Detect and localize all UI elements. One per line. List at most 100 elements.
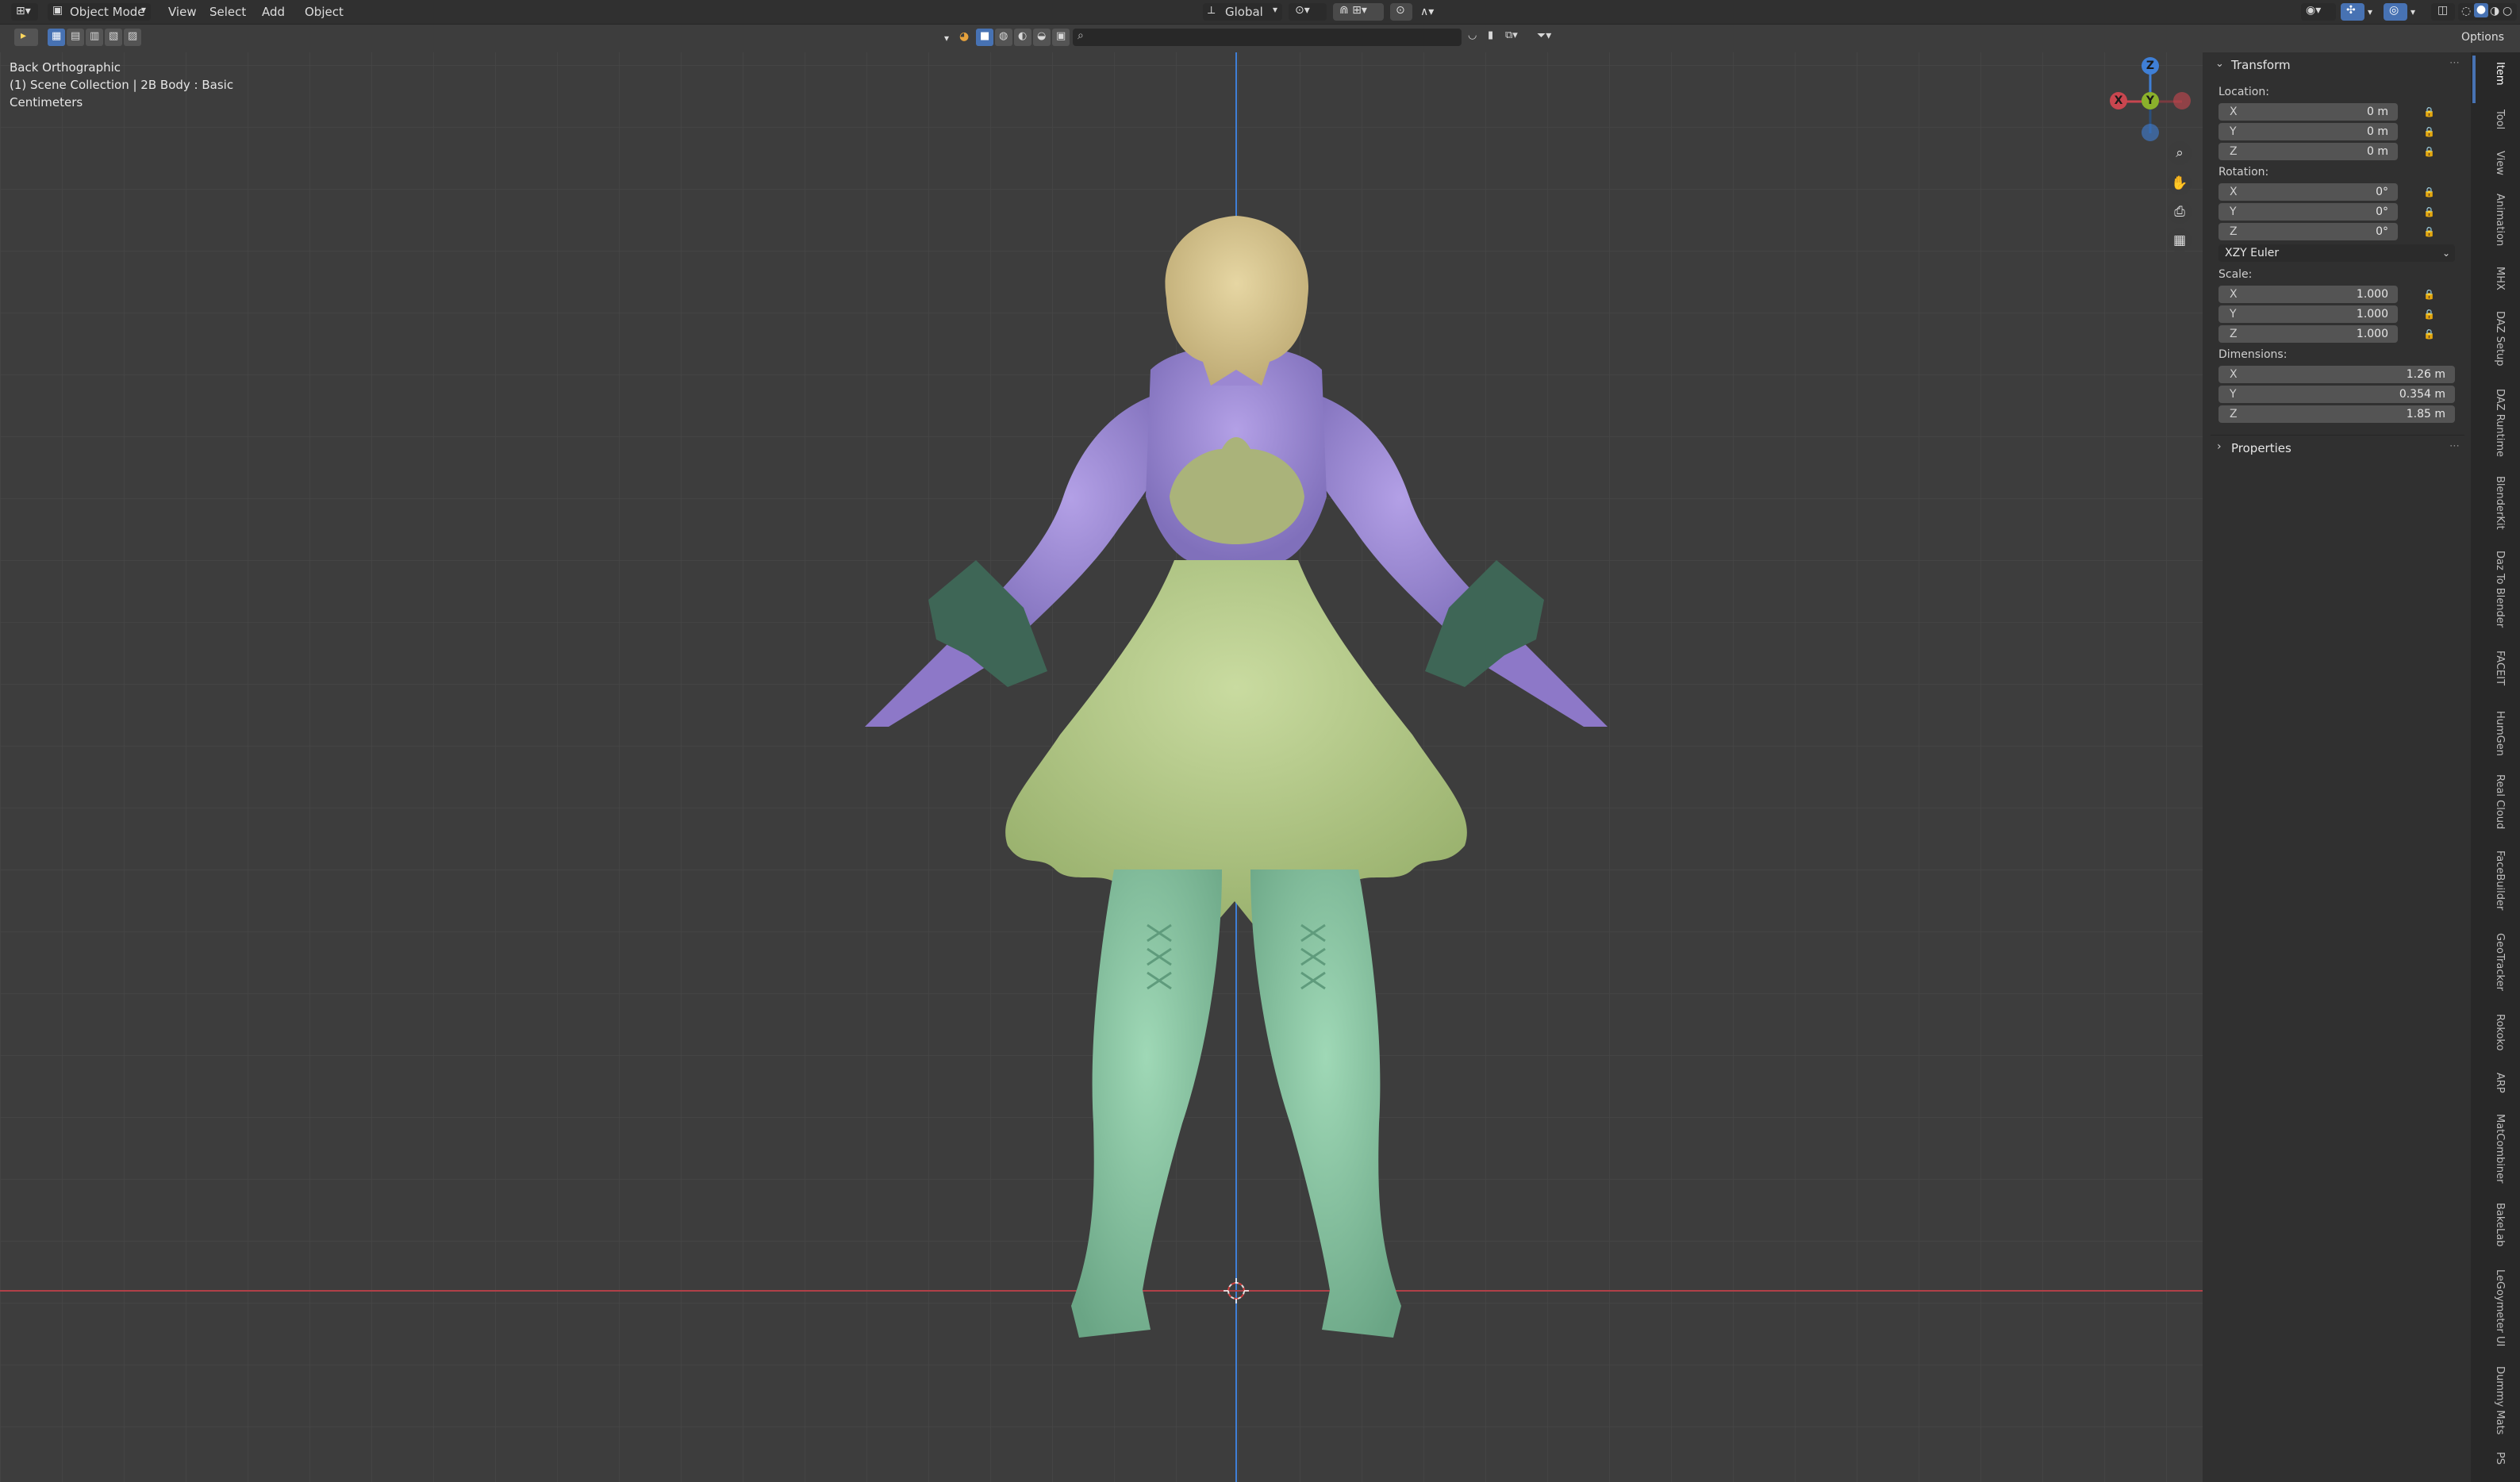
properties-panel-header[interactable]: › Properties ⋯	[2211, 435, 2464, 459]
dimensions-x-field[interactable]: X 1.26 m	[2218, 366, 2455, 383]
tab-real-cloud[interactable]: Real Cloud	[2482, 774, 2506, 829]
lock-icon[interactable]: 🔒	[2423, 146, 2435, 157]
chevron-down-icon[interactable]: ▾	[944, 26, 949, 50]
rotation-z-field[interactable]: Z 0°	[2218, 223, 2398, 240]
gizmo-y-axis[interactable]: Y	[2142, 92, 2159, 109]
collection-info-text: (1) Scene Collection | 2B Body : Basic	[10, 78, 234, 92]
drag-handle-icon[interactable]: ⋯	[2449, 57, 2460, 69]
menu-select[interactable]: Select	[209, 0, 246, 24]
snap-toggle[interactable]: ⋒ ⊞▾	[1333, 3, 1384, 21]
select-mode-extend-button[interactable]: ▤	[67, 29, 84, 46]
zoom-icon[interactable]: ⌕	[2168, 141, 2192, 165]
hand-icon[interactable]: ✋	[2168, 171, 2192, 195]
tab-bakelab[interactable]: BakeLab	[2482, 1203, 2506, 1246]
location-y-field[interactable]: Y 0 m	[2218, 123, 2398, 140]
overlays-toggle[interactable]: ◎	[2384, 3, 2407, 21]
tab-tool[interactable]: Tool	[2482, 109, 2506, 129]
falloff-icon[interactable]: ∧▾	[1420, 0, 1434, 24]
lock-icon[interactable]: 🔒	[2423, 186, 2435, 198]
select-mode-subtract-button[interactable]: ▥	[86, 29, 103, 46]
filter-dropdown[interactable]: ⏷▾	[1535, 29, 1562, 46]
drag-handle-icon[interactable]: ⋯	[2449, 440, 2460, 452]
gizmo-x-axis[interactable]: X	[2110, 92, 2127, 109]
scale-y-field[interactable]: Y 1.000	[2218, 305, 2398, 323]
editor-type-button[interactable]: ⊞▾	[11, 3, 38, 21]
gizmo-neg-x-axis[interactable]	[2173, 92, 2191, 109]
active-tool-button[interactable]: ▸	[14, 29, 38, 46]
gizmo-toggle[interactable]: ✣	[2341, 3, 2364, 21]
tab-view[interactable]: View	[2482, 151, 2506, 175]
rotation-x-field[interactable]: X 0°	[2218, 183, 2398, 201]
sphere-mode-button[interactable]: ◍	[995, 29, 1012, 46]
search-input[interactable]: ⌕	[1073, 29, 1462, 46]
dimensions-y-field[interactable]: Y 0.354 m	[2218, 386, 2455, 403]
image-mode-button[interactable]: ▣	[1052, 29, 1070, 46]
filter-toggle[interactable]: ◡	[1465, 29, 1482, 46]
location-z-field[interactable]: Z 0 m	[2218, 143, 2398, 160]
scale-z-field[interactable]: Z 1.000	[2218, 325, 2398, 343]
chevron-down-icon[interactable]: ▾	[2368, 0, 2372, 24]
tab-daz-to-blender[interactable]: Daz To Blender	[2482, 551, 2506, 628]
tab-dummy-mats[interactable]: Dummy Mats	[2482, 1366, 2506, 1434]
lock-icon[interactable]: 🔒	[2423, 309, 2435, 320]
grid-icon[interactable]: ▦	[2168, 228, 2192, 252]
location-x-field[interactable]: X 0 m	[2218, 103, 2398, 121]
tab-daz-setup[interactable]: DAZ Setup	[2482, 311, 2506, 367]
gizmo-neg-z-axis[interactable]	[2142, 124, 2159, 141]
solid-shading-icon[interactable]: ●	[2474, 3, 2488, 17]
rotation-mode-dropdown[interactable]: XZY Euler ⌄	[2218, 244, 2455, 262]
tab-faceit[interactable]: FACEIT	[2482, 651, 2506, 685]
rotation-y-field[interactable]: Y 0°	[2218, 203, 2398, 221]
lock-icon[interactable]: 🔒	[2423, 289, 2435, 300]
material-shading-icon[interactable]: ◑	[2490, 5, 2499, 17]
transform-panel-header[interactable]: ⌄ Transform ⋯	[2211, 52, 2464, 76]
lock-icon[interactable]: 🔒	[2423, 126, 2435, 137]
tab-geotracker[interactable]: GeoTracker	[2482, 933, 2506, 991]
texture-mode-button[interactable]: ◐	[1014, 29, 1031, 46]
tab-facebuilder[interactable]: FaceBuilder	[2482, 850, 2506, 910]
tab-item[interactable]: Item	[2482, 62, 2506, 86]
mode-dropdown[interactable]: ▣ Object Mode ▾	[48, 3, 151, 21]
lock-icon[interactable]: 🔒	[2423, 328, 2435, 340]
wireframe-shading-icon[interactable]: ◌	[2461, 5, 2471, 17]
tab-daz-runtime[interactable]: DAZ Runtime	[2482, 389, 2506, 457]
dimensions-z-field[interactable]: Z 1.85 m	[2218, 405, 2455, 423]
camera-icon[interactable]: ⎙	[2168, 200, 2192, 224]
3d-viewport[interactable]: Z X Y ⌕ ✋ ⎙ ▦	[0, 52, 2203, 1482]
lock-icon[interactable]: 🔒	[2423, 106, 2435, 117]
color-picker-button[interactable]: ◕	[957, 29, 974, 46]
options-dropdown[interactable]: Options	[2455, 28, 2510, 47]
scene-mode-button[interactable]: ◒	[1033, 29, 1051, 46]
lock-icon[interactable]: 🔒	[2423, 206, 2435, 217]
chevron-down-icon[interactable]: ▾	[2411, 0, 2415, 24]
tab-legoymeter-ui[interactable]: LeGoymeter UI	[2482, 1269, 2506, 1346]
display-mode-button[interactable]: ■	[976, 29, 993, 46]
gizmo-z-axis[interactable]: Z	[2142, 57, 2159, 75]
viewport-canvas[interactable]	[0, 52, 2203, 1482]
menu-view[interactable]: View	[168, 0, 197, 24]
xray-toggle[interactable]: ◫	[2431, 3, 2455, 21]
tab-matcombiner[interactable]: MatCombiner	[2482, 1114, 2506, 1183]
tab-blenderkit[interactable]: BlenderKit	[2482, 476, 2506, 530]
tab-humgen[interactable]: HumGen	[2482, 711, 2506, 756]
lock-icon[interactable]: 🔒	[2423, 226, 2435, 237]
menu-add[interactable]: Add	[262, 0, 285, 24]
tab-ps[interactable]: PS	[2482, 1452, 2506, 1465]
shading-mode-buttons[interactable]: ◌ ● ◑ ○	[2458, 3, 2517, 21]
tab-animation[interactable]: Animation	[2482, 194, 2506, 246]
tab-rokoko[interactable]: Rokoko	[2482, 1014, 2506, 1050]
transform-orientation-dropdown[interactable]: ⟂ Global ▾	[1203, 3, 1282, 21]
visibility-dropdown[interactable]: ◉▾	[2301, 3, 2336, 21]
view-layer-dropdown[interactable]: ⧉▾	[1503, 29, 1530, 46]
rendered-shading-icon[interactable]: ○	[2503, 5, 2512, 17]
select-mode-invert-button[interactable]: ▧	[105, 29, 122, 46]
scale-x-field[interactable]: X 1.000	[2218, 286, 2398, 303]
tab-mhx[interactable]: MHX	[2482, 267, 2506, 290]
select-mode-intersect-button[interactable]: ▨	[124, 29, 141, 46]
bookmark-button[interactable]: ▮	[1484, 29, 1501, 46]
pivot-point-dropdown[interactable]: ⊙▾	[1289, 3, 1327, 21]
tab-arp[interactable]: ARP	[2482, 1073, 2506, 1093]
proportional-edit-toggle[interactable]: ⊙	[1390, 3, 1412, 21]
select-mode-set-button[interactable]: ▦	[48, 29, 65, 46]
menu-object[interactable]: Object	[305, 0, 344, 24]
